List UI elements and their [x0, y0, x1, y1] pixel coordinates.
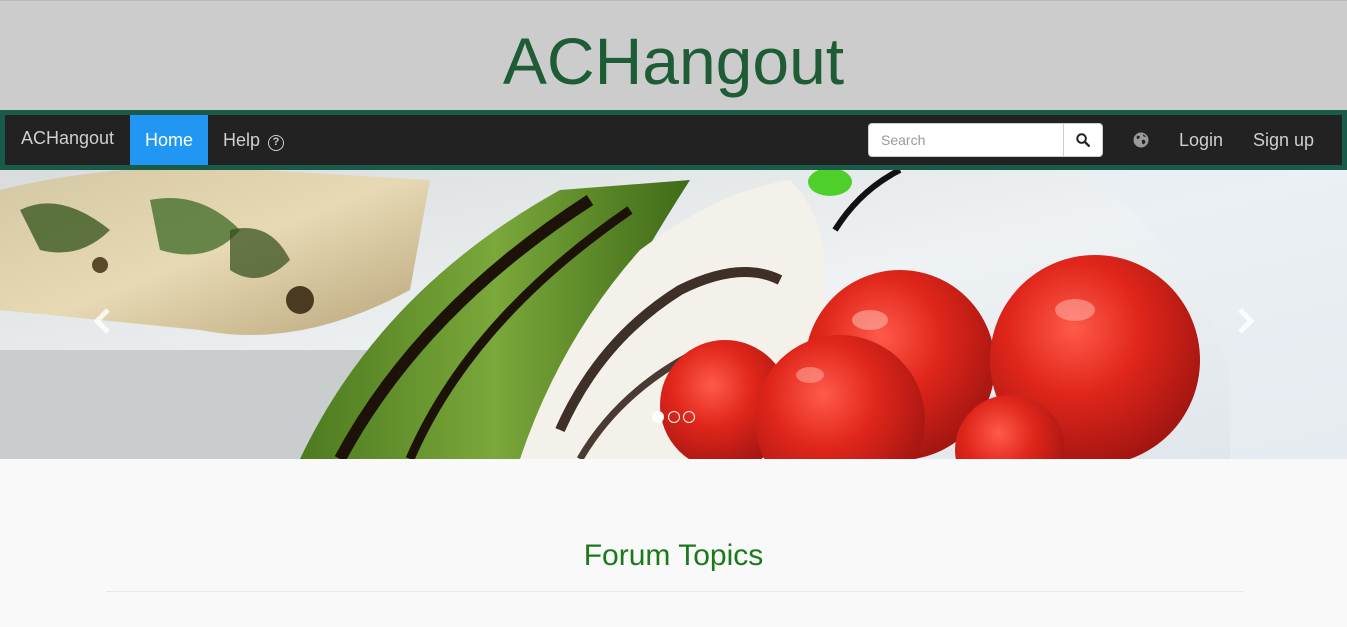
- globe-icon[interactable]: [1133, 132, 1149, 148]
- search-icon: [1076, 133, 1090, 147]
- section-title-forum-topics: Forum Topics: [583, 539, 764, 572]
- main-content: Forum Topics: [0, 459, 1347, 627]
- question-circle-icon: ?: [268, 135, 285, 151]
- section-divider: [106, 591, 1244, 592]
- navbar-brand[interactable]: ACHangout: [21, 115, 114, 165]
- signup-link[interactable]: Sign up: [1253, 115, 1314, 165]
- navbar: ACHangout Home Help ? Login Sign up: [0, 110, 1347, 170]
- site-header: ACHangout: [0, 0, 1347, 110]
- chevron-right-icon[interactable]: [1230, 304, 1260, 338]
- search-input[interactable]: [868, 123, 1064, 157]
- carousel-indicator-1[interactable]: [652, 411, 664, 423]
- login-link[interactable]: Login: [1179, 115, 1223, 165]
- nav-item-help-label: Help: [223, 130, 261, 150]
- carousel-indicator-2[interactable]: [668, 411, 680, 423]
- nav-item-help[interactable]: Help ?: [223, 115, 285, 165]
- chevron-left-icon[interactable]: [88, 304, 118, 338]
- site-title: ACHangout: [502, 24, 845, 98]
- search-button[interactable]: [1063, 123, 1103, 157]
- hero-carousel[interactable]: [0, 170, 1347, 459]
- carousel-indicator-3[interactable]: [683, 411, 695, 423]
- nav-item-home[interactable]: Home: [130, 115, 208, 165]
